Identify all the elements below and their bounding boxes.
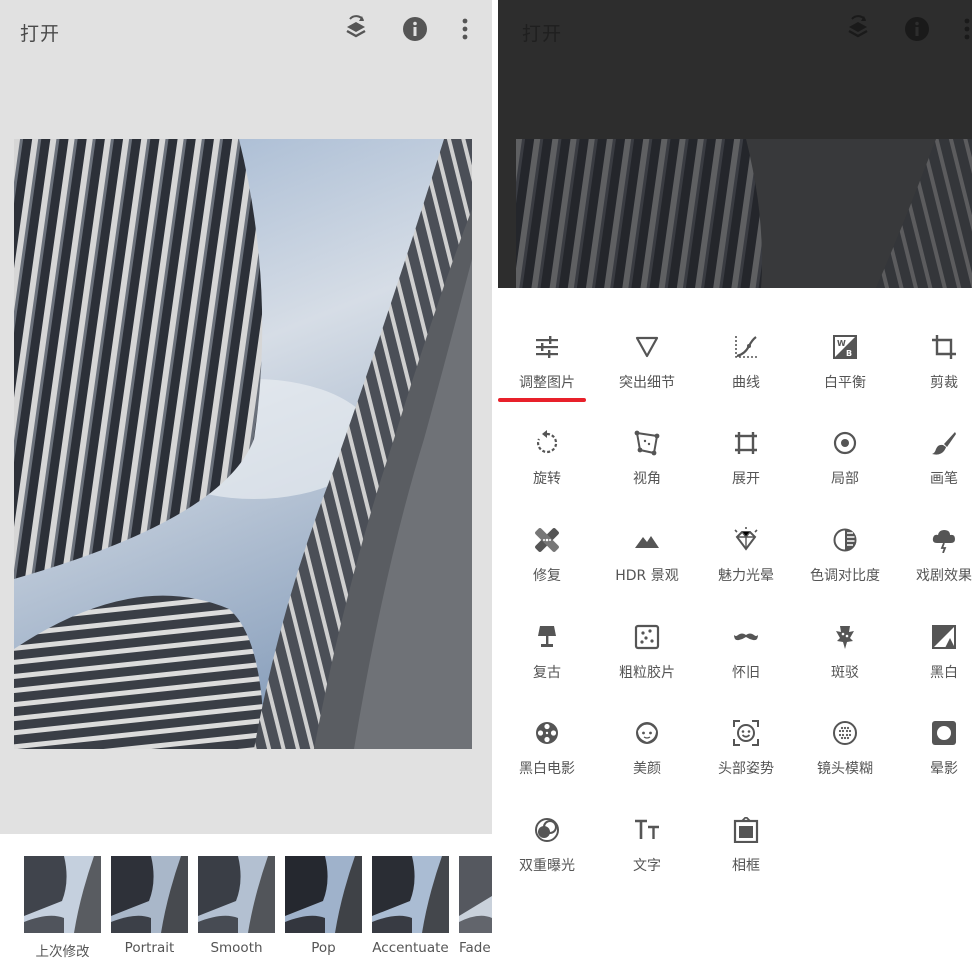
noir-film-reel-icon xyxy=(536,722,558,744)
vintage-lamp-icon xyxy=(538,626,556,647)
look-label: 上次修改 xyxy=(35,944,90,960)
crop-icon xyxy=(932,335,956,359)
brush-icon xyxy=(932,432,956,455)
svg-text:W: W xyxy=(837,339,846,348)
tool-selective[interactable]: 局部 xyxy=(796,430,894,510)
tool-label: 黑白 xyxy=(930,665,958,681)
look-label: Portrait xyxy=(124,940,175,956)
look-thumbnail[interactable] xyxy=(459,856,492,933)
selective-icon xyxy=(833,431,857,455)
tonal-contrast-icon xyxy=(833,528,857,552)
tool-face[interactable]: 美颜 xyxy=(598,720,696,800)
tool-tune-image[interactable]: 调整图片 xyxy=(498,334,596,414)
main-editor-screen: 打开 上次修改 Portrait Smooth Pop Accentuate F… xyxy=(0,0,492,967)
dimmed-photo xyxy=(516,139,972,288)
tool-label: 剪裁 xyxy=(930,375,958,391)
look-thumbnail[interactable] xyxy=(24,856,101,933)
more-vert-icon[interactable] xyxy=(450,14,480,44)
tool-double-exposure[interactable]: 双重曝光 xyxy=(498,817,596,897)
look-thumbnail[interactable] xyxy=(372,856,449,933)
tool-rotate[interactable]: 旋转 xyxy=(498,430,596,510)
tool-label: 相框 xyxy=(732,858,760,874)
info-icon[interactable] xyxy=(400,14,430,44)
tool-frame[interactable]: 相框 xyxy=(697,817,795,897)
look-label: Fade xyxy=(459,940,491,956)
tool-perspective[interactable]: 视角 xyxy=(598,430,696,510)
layers-swap-icon[interactable] xyxy=(341,14,371,44)
looks-strip: 上次修改 Portrait Smooth Pop Accentuate Fade xyxy=(0,834,492,967)
face-icon xyxy=(636,722,658,744)
tool-curves[interactable]: 曲线 xyxy=(697,334,795,414)
text-icon xyxy=(635,819,659,839)
tool-vignette[interactable]: 晕影 xyxy=(895,720,972,800)
look-thumbnail[interactable] xyxy=(198,856,275,933)
tune-icon xyxy=(536,336,558,358)
tool-crop[interactable]: 剪裁 xyxy=(895,334,972,414)
tool-tonal-contrast[interactable]: 色调对比度 xyxy=(796,527,894,607)
open-button[interactable]: 打开 xyxy=(20,19,60,46)
tool-expand[interactable]: 展开 xyxy=(697,430,795,510)
head-pose-icon xyxy=(733,720,759,746)
drama-cloud-icon xyxy=(932,530,955,553)
look-label: Pop xyxy=(311,940,336,956)
tools-screen: 打开 调整图片 突出细节 曲线 W B 白平衡 剪裁 旋转 视角 展开 局部 画… xyxy=(498,0,972,967)
lens-blur-icon xyxy=(833,721,857,745)
tool-hdr[interactable]: HDR 景观 xyxy=(598,527,696,607)
retrolux-mustache-icon xyxy=(734,633,758,641)
look-thumbnail[interactable] xyxy=(285,856,362,933)
tool-head-pose[interactable]: 头部姿势 xyxy=(697,720,795,800)
look-label: Accentuate xyxy=(372,940,449,956)
tool-label: 画笔 xyxy=(930,471,958,487)
glamour-glow-icon xyxy=(734,527,758,551)
white-balance-icon: W B xyxy=(833,335,857,359)
tool-healing[interactable]: 修复 xyxy=(498,527,596,607)
healing-icon xyxy=(535,528,559,552)
tool-brush[interactable]: 画笔 xyxy=(895,430,972,510)
expand-icon xyxy=(735,432,757,454)
curves-icon xyxy=(735,336,757,358)
tool-retrolux[interactable]: 怀旧 xyxy=(697,624,795,704)
svg-text:B: B xyxy=(846,349,852,358)
layers-swap-icon[interactable] xyxy=(843,14,873,44)
look-label: Smooth xyxy=(210,940,263,956)
grainy-film-icon xyxy=(634,624,660,650)
details-triangle-icon xyxy=(635,336,659,358)
info-icon[interactable] xyxy=(902,14,932,44)
tool-drama[interactable]: 戏剧效果 xyxy=(895,527,972,607)
tool-lens-blur[interactable]: 镜头模糊 xyxy=(796,720,894,800)
open-button[interactable]: 打开 xyxy=(522,19,562,46)
selected-tool-underline xyxy=(498,398,586,402)
hdr-mountain-icon xyxy=(635,536,659,548)
vignette-icon xyxy=(932,721,956,745)
frame-icon xyxy=(733,817,759,843)
double-exposure-icon xyxy=(535,818,559,842)
tool-text[interactable]: 文字 xyxy=(598,817,696,897)
tool-grainy-film[interactable]: 粗粒胶片 xyxy=(598,624,696,704)
look-thumbnail[interactable] xyxy=(111,856,188,933)
rotate-icon xyxy=(536,430,558,454)
tool-details[interactable]: 突出细节 xyxy=(598,334,696,414)
perspective-icon xyxy=(634,430,660,456)
more-vert-icon[interactable] xyxy=(952,14,972,44)
tool-white-balance[interactable]: W B 白平衡 xyxy=(796,334,894,414)
tool-label: 晕影 xyxy=(930,761,958,777)
tool-grunge[interactable]: 斑驳 xyxy=(796,624,894,704)
tool-black-white[interactable]: 黑白 xyxy=(895,624,972,704)
tool-noir[interactable]: 黑白电影 xyxy=(498,720,596,800)
photo-preview xyxy=(14,139,472,749)
tool-vintage[interactable]: 复古 xyxy=(498,624,596,704)
grunge-icon xyxy=(836,626,854,649)
black-white-icon xyxy=(932,625,956,649)
tool-label: 戏剧效果 xyxy=(916,568,972,584)
tool-glamour-glow[interactable]: 魅力光晕 xyxy=(697,527,795,607)
